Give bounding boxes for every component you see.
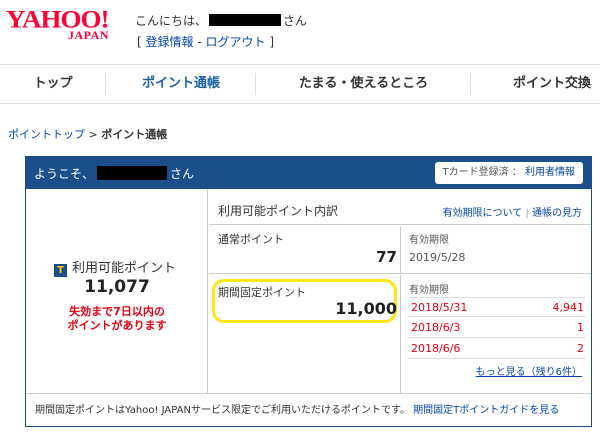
greeting-prefix: こんにちは、 [135, 14, 208, 28]
points-breakdown: 利用可能ポイント内訳 有効期限について | 通帳の見方 通常ポイント 77 有効… [209, 189, 591, 393]
tab-earn-use-places[interactable]: たまる・使えるところ [256, 65, 471, 103]
link-separator: - [193, 35, 206, 49]
show-more-link[interactable]: もっと見る（残り6件） [476, 363, 582, 378]
column-divider [400, 226, 401, 274]
passbook-guide-link[interactable]: 通帳の見方 [532, 208, 582, 219]
expiry-row-value: 4,941 [552, 301, 585, 314]
normal-expiry-date: 2019/5/28 [409, 251, 466, 264]
tcard-status-text: Tカード登録済 ： [442, 167, 522, 178]
expiry-row-date: 2018/5/31 [411, 301, 468, 314]
expiry-row-date: 2018/6/6 [411, 342, 461, 355]
tab-point-exchange-label: ポイント交換 [513, 76, 592, 91]
breakdown-links: 有効期限について | 通帳の見方 [443, 204, 582, 219]
expiry-row-date: 2018/6/3 [411, 321, 461, 334]
breakdown-header: 利用可能ポイント内訳 有効期限について | 通帳の見方 [209, 189, 591, 225]
column-divider [400, 275, 401, 393]
logout-link[interactable]: ログアウト [205, 35, 265, 49]
panel-header: ようこそ、 さん Tカード登録済 ： 利用者情報 [26, 157, 591, 189]
fixed-expiry-label: 有効期限 [409, 285, 449, 296]
tab-point-exchange[interactable]: ポイント交換 [471, 65, 600, 103]
fixed-points-label: 期間固定ポイント [218, 286, 306, 299]
fixed-points-row: 期間固定ポイント 11,000 有効期限 2018/5/31 4,941 2018… [209, 275, 591, 393]
breakdown-title: 利用可能ポイント内訳 [218, 204, 339, 218]
tab-earn-use-places-label: たまる・使えるところ [298, 76, 429, 91]
redacted-username [209, 14, 282, 26]
normal-points-label: 通常ポイント [218, 233, 284, 246]
welcome-prefix: ようこそ、 [34, 167, 95, 181]
breadcrumb: ポイントトップ > ポイント通帳 [8, 126, 167, 142]
tab-point-passbook[interactable]: ポイント通帳 [106, 65, 256, 103]
available-points-label: T 利用可能ポイント [54, 257, 176, 277]
greeting-suffix: さん [283, 14, 308, 28]
tpoint-icon: T [54, 264, 67, 277]
bracket-open: [ [137, 35, 146, 49]
user-info-link[interactable]: 利用者情報 [525, 167, 575, 178]
welcome-suffix: さん [170, 167, 195, 181]
footer-note: 期間固定ポイントはYahoo! JAPANサービス限定でご利用いただけるポイント… [35, 405, 410, 416]
points-panel: ようこそ、 さん Tカード登録済 ： 利用者情報 T 利用可能ポイント 11,077… [25, 156, 592, 427]
breadcrumb-separator: > [85, 128, 102, 141]
expiry-warning-line2: ポイントがあります [67, 319, 167, 332]
expiry-info-link[interactable]: 有効期限について [443, 208, 523, 219]
tab-point-passbook-label: ポイント通帳 [141, 76, 220, 91]
account-info-link[interactable]: 登録情報 [146, 35, 194, 49]
expiry-warning-line1: 失効まで7日以内の [69, 305, 165, 318]
panel-footer: 期間固定ポイントはYahoo! JAPANサービス限定でご利用いただけるポイント… [26, 393, 591, 427]
expiry-row: 2018/6/3 1 [409, 318, 586, 338]
available-points-summary: T 利用可能ポイント 11,077 失効まで7日以内の ポイントがあります [26, 189, 208, 393]
fixed-tpoint-guide-link[interactable]: 期間固定Tポイントガイドを見る [413, 405, 559, 416]
expiry-row-value: 2 [577, 342, 584, 355]
breadcrumb-current: ポイント通帳 [101, 128, 168, 141]
normal-points-row: 通常ポイント 77 有効期限 2019/5/28 [209, 226, 591, 274]
expiry-row: 2018/5/31 4,941 [409, 297, 586, 317]
available-points-label-text: 利用可能ポイント [72, 261, 177, 276]
fixed-points-value: 11,000 [335, 299, 397, 318]
yahoo-japan-logo[interactable]: YAHOO! JAPAN [6, 4, 124, 42]
welcome-message: ようこそ、 さん [34, 165, 194, 182]
tab-top[interactable]: トップ [0, 65, 106, 103]
redacted-username [97, 166, 168, 180]
global-nav: トップ ポイント通帳 たまる・使えるところ ポイント交換 [0, 64, 600, 104]
breadcrumb-point-top[interactable]: ポイントトップ [8, 128, 85, 141]
account-links: [ 登録情報 - ログアウト ] [137, 33, 274, 50]
link-separator: | [522, 208, 532, 219]
bracket-close: ] [265, 35, 274, 49]
tcard-status-box: Tカード登録済 ： 利用者情報 [434, 162, 583, 184]
available-points-value: 11,077 [84, 277, 150, 297]
normal-points-value: 77 [376, 248, 397, 266]
normal-expiry-label: 有効期限 [409, 235, 449, 246]
expiry-row-value: 1 [577, 321, 584, 334]
user-greeting: こんにちは、 さん [135, 12, 307, 29]
expiry-warning: 失効まで7日以内の ポイントがあります [26, 305, 208, 333]
expiry-row: 2018/6/6 2 [409, 339, 586, 359]
tab-top-label: トップ [33, 76, 73, 91]
logo-sub: JAPAN [68, 28, 109, 42]
